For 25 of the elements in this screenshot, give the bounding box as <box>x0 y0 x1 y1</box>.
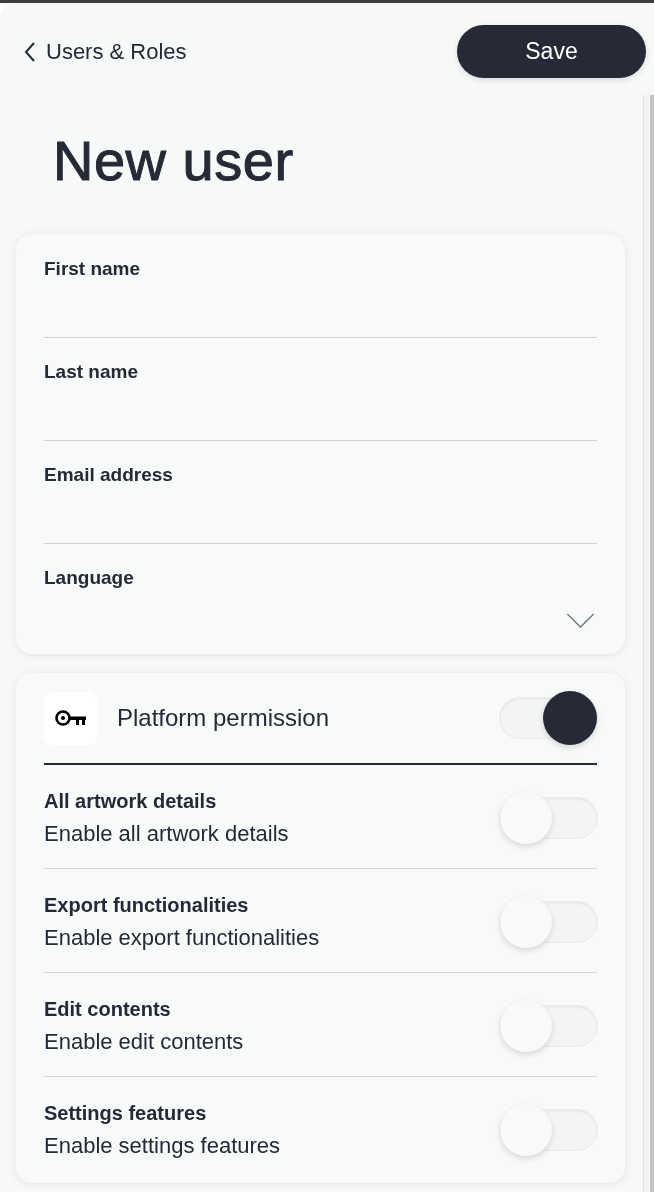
save-button[interactable]: Save <box>457 25 646 78</box>
permission-name: Settings features <box>44 1101 208 1126</box>
chevron-down-icon <box>566 613 595 628</box>
permission-description: Enable edit contents <box>44 1027 244 1056</box>
permission-description: Enable all artwork details <box>44 819 289 848</box>
permission-description: Enable export functionalities <box>44 923 320 952</box>
toggle-switch[interactable] <box>500 691 597 745</box>
page-title: New user <box>53 128 294 194</box>
field-label: Last name <box>44 360 139 384</box>
permission-title: Platform permission <box>117 704 331 732</box>
field-label: First name <box>44 257 142 281</box>
permission-name: Export functionalities <box>44 892 250 918</box>
toggle-switch[interactable] <box>500 998 597 1053</box>
key-icon <box>44 691 97 745</box>
field-label: Language <box>44 566 135 590</box>
scrollbar-track[interactable] <box>643 95 654 1192</box>
chevron-left-icon <box>24 41 36 62</box>
permission-description: Enable settings features <box>44 1132 281 1160</box>
toggle-switch[interactable] <box>500 790 597 845</box>
back-link[interactable]: Users & Roles <box>24 38 187 65</box>
permission-name: Edit contents <box>44 996 172 1022</box>
toggle-switch[interactable] <box>500 894 597 949</box>
toggle-switch[interactable] <box>500 1103 597 1157</box>
permission-name: All artwork details <box>44 788 218 814</box>
field-label: Email address <box>44 463 174 487</box>
